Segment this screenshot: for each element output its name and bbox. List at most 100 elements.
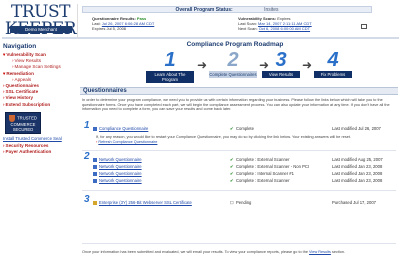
- step-number: 3: [84, 194, 90, 205]
- arrow-icon: ›: [12, 76, 14, 82]
- arrow-icon: ›: [12, 64, 14, 70]
- next-scan-label: Next Scan:: [238, 26, 258, 32]
- calendar-icon[interactable]: [361, 24, 367, 29]
- sidebar-item-label: Manage Scan Settings: [14, 64, 61, 70]
- arrow-icon: ›: [3, 95, 5, 101]
- results-footer: Once your information has been submitted…: [82, 250, 396, 254]
- row-divider: [82, 190, 396, 191]
- sidebar-item-label: View History: [5, 95, 34, 101]
- questionnaire-link[interactable]: Network Questionnaire: [99, 164, 142, 170]
- sidebar-item-payer-authentication[interactable]: ›Payer Authentication: [3, 149, 77, 155]
- trusted-commerce-badge[interactable]: TRUSTED COMMERCE SECURED: [5, 111, 41, 134]
- sidebar-item-label: View Results: [14, 58, 41, 64]
- arrow-right-icon: ➜: [302, 58, 313, 72]
- view-results-link[interactable]: View Results: [309, 250, 331, 254]
- arrow-icon: ▾: [3, 52, 6, 57]
- network-icon: [93, 179, 97, 183]
- page: TRUST KEEPER Demo Merchant Overall Progr…: [0, 0, 401, 258]
- document-icon: [93, 127, 97, 131]
- sidebar-item-label: Security Resources: [5, 142, 49, 148]
- roadmap-title: Compliance Program Roadmap: [186, 41, 284, 48]
- roadmap-step-2[interactable]: 2 Complete Questionnaires: [209, 50, 257, 86]
- questionnaire-modified: Last modified Jan 23, 2008: [332, 164, 383, 169]
- restart-note: If, for any reason, you would like to re…: [96, 135, 396, 144]
- network-icon: [93, 172, 97, 176]
- step-number: 4: [327, 49, 339, 71]
- arrow-icon: ›: [3, 89, 5, 95]
- step-label: Complete Questionnaires: [209, 71, 257, 78]
- questionnaire-link[interactable]: Network Questionnaire: [99, 171, 142, 177]
- questionnaire-row: Network Questionnaire ✔ Complete : Inter…: [84, 171, 396, 177]
- roadmap-step-1[interactable]: 1 Learn About The Program: [146, 50, 194, 86]
- row-divider: [82, 243, 396, 244]
- merchant-label: Demo Merchant: [10, 26, 72, 33]
- expires-text: Expires Jul 5, 2008: [92, 26, 127, 32]
- questionnaire-modified: Last modified Jan 23, 2008: [332, 178, 383, 183]
- footer-end-text: section.: [331, 250, 346, 254]
- sidebar: Navigation ▾Vulnerability Scan ›View Res…: [3, 40, 77, 258]
- arrow-icon: ▾: [3, 70, 6, 76]
- questionnaire-status: Questionnaire Results: Pass Last: Jul 26…: [92, 16, 207, 32]
- questionnaire-link[interactable]: Compliance Questionnaire: [99, 126, 148, 132]
- arrow-icon: ›: [3, 142, 5, 148]
- roadmap-step-4[interactable]: 4 Fix Problems: [314, 50, 352, 86]
- sidebar-item-label: SSL Certificate: [5, 89, 39, 95]
- certificate-icon: [93, 201, 97, 205]
- check-icon: ✔: [230, 126, 234, 131]
- check-icon: ✔: [230, 178, 234, 183]
- install-seal-link[interactable]: Install Trusted Commerce Seal: [3, 136, 77, 141]
- purchased-date: Purchased Jul 17, 2007: [332, 200, 376, 205]
- step-number: 1: [84, 120, 90, 131]
- trustkeeper-logo[interactable]: TRUST KEEPER Demo Merchant: [4, 4, 78, 38]
- questionnaire-link[interactable]: Network Questionnaire: [99, 178, 142, 184]
- questionnaire-status: Complete : External Scanner: [236, 178, 290, 183]
- program-status-header: Overall Program Status: Insites: [82, 6, 372, 13]
- questionnaire-status: Complete: [236, 126, 254, 131]
- sidebar-item-label: Appeals: [14, 76, 32, 82]
- questionnaire-row: 3 Enterprise (3Y) 256-Bit Webserver SSL …: [84, 194, 396, 206]
- ssl-certificate-link[interactable]: Enterprise (3Y) 256-Bit Webserver SSL Ce…: [99, 200, 192, 206]
- step-number: 1: [164, 49, 176, 71]
- pending-icon: ☐: [230, 200, 234, 205]
- questionnaire-row: 1 Compliance Questionnaire ✔ Complete La…: [84, 120, 396, 132]
- sidebar-item-extend-subscription[interactable]: ›Extend Subscription: [3, 102, 77, 108]
- network-icon: [93, 165, 97, 169]
- nav-title: Navigation: [3, 43, 37, 50]
- questionnaire-status: Pending: [236, 200, 252, 205]
- questionnaire-status: Complete : External Scanner: [236, 157, 290, 162]
- questionnaire-modified: Last modified Jul 26, 2007: [332, 126, 381, 131]
- refresh-questionnaire-link[interactable]: Refresh Compliance Questionnaire: [98, 140, 157, 144]
- sidebar-item-label: Extend Subscription: [5, 101, 51, 107]
- shield-icon: [9, 114, 16, 122]
- questionnaire-row: 2 Network Questionnaire ✔ Complete : Ext…: [84, 151, 396, 163]
- footer-text: Once your information has been submitted…: [82, 250, 308, 254]
- roadmap-step-3[interactable]: 3 View Results: [262, 50, 300, 86]
- step-number: 2: [84, 151, 90, 162]
- network-icon: [93, 158, 97, 162]
- step-label: Fix Problems: [314, 71, 352, 78]
- questionnaire-status: Complete : Internal Scanner #1: [236, 171, 294, 176]
- program-status-sub: Insites: [264, 7, 279, 13]
- arrow-icon: ›: [3, 149, 5, 155]
- questionnaire-modified: Last modified Aug 25, 2007: [332, 157, 383, 162]
- questionnaire-status: Complete : External Scanner - Non PCI: [236, 164, 310, 169]
- step-label: Learn About The Program: [146, 71, 194, 83]
- next-scan-link[interactable]: Oct 6, 2008 6:00:00 AM CDT: [259, 26, 310, 31]
- arrow-icon: ›: [12, 58, 14, 64]
- step-number: 3: [275, 49, 287, 71]
- check-icon: ✔: [230, 157, 234, 162]
- questionnaire-row: Network Questionnaire ✔ Complete : Exter…: [84, 164, 396, 170]
- questionnaire-modified: Last modified Jan 23, 2008: [332, 171, 383, 176]
- questionnaire-row: Network Questionnaire ✔ Complete : Exter…: [84, 178, 396, 184]
- header-divider: [2, 37, 399, 39]
- arrow-right-icon: ➜: [197, 58, 208, 72]
- row-divider: [82, 150, 396, 151]
- sidebar-item-label: Vulnerability Scan: [6, 52, 46, 57]
- sidebar-item-label: Payer Authentication: [5, 149, 52, 155]
- sidebar-item-label: Remediation: [6, 70, 34, 76]
- questionnaires-intro: In order to determine your program compl…: [82, 98, 390, 112]
- scan-status: Vulnerability Scans: Expires Last Scan: …: [238, 16, 368, 32]
- step-number: 2: [227, 49, 239, 71]
- questionnaire-link[interactable]: Network Questionnaire: [99, 157, 142, 163]
- check-icon: ✔: [230, 164, 234, 169]
